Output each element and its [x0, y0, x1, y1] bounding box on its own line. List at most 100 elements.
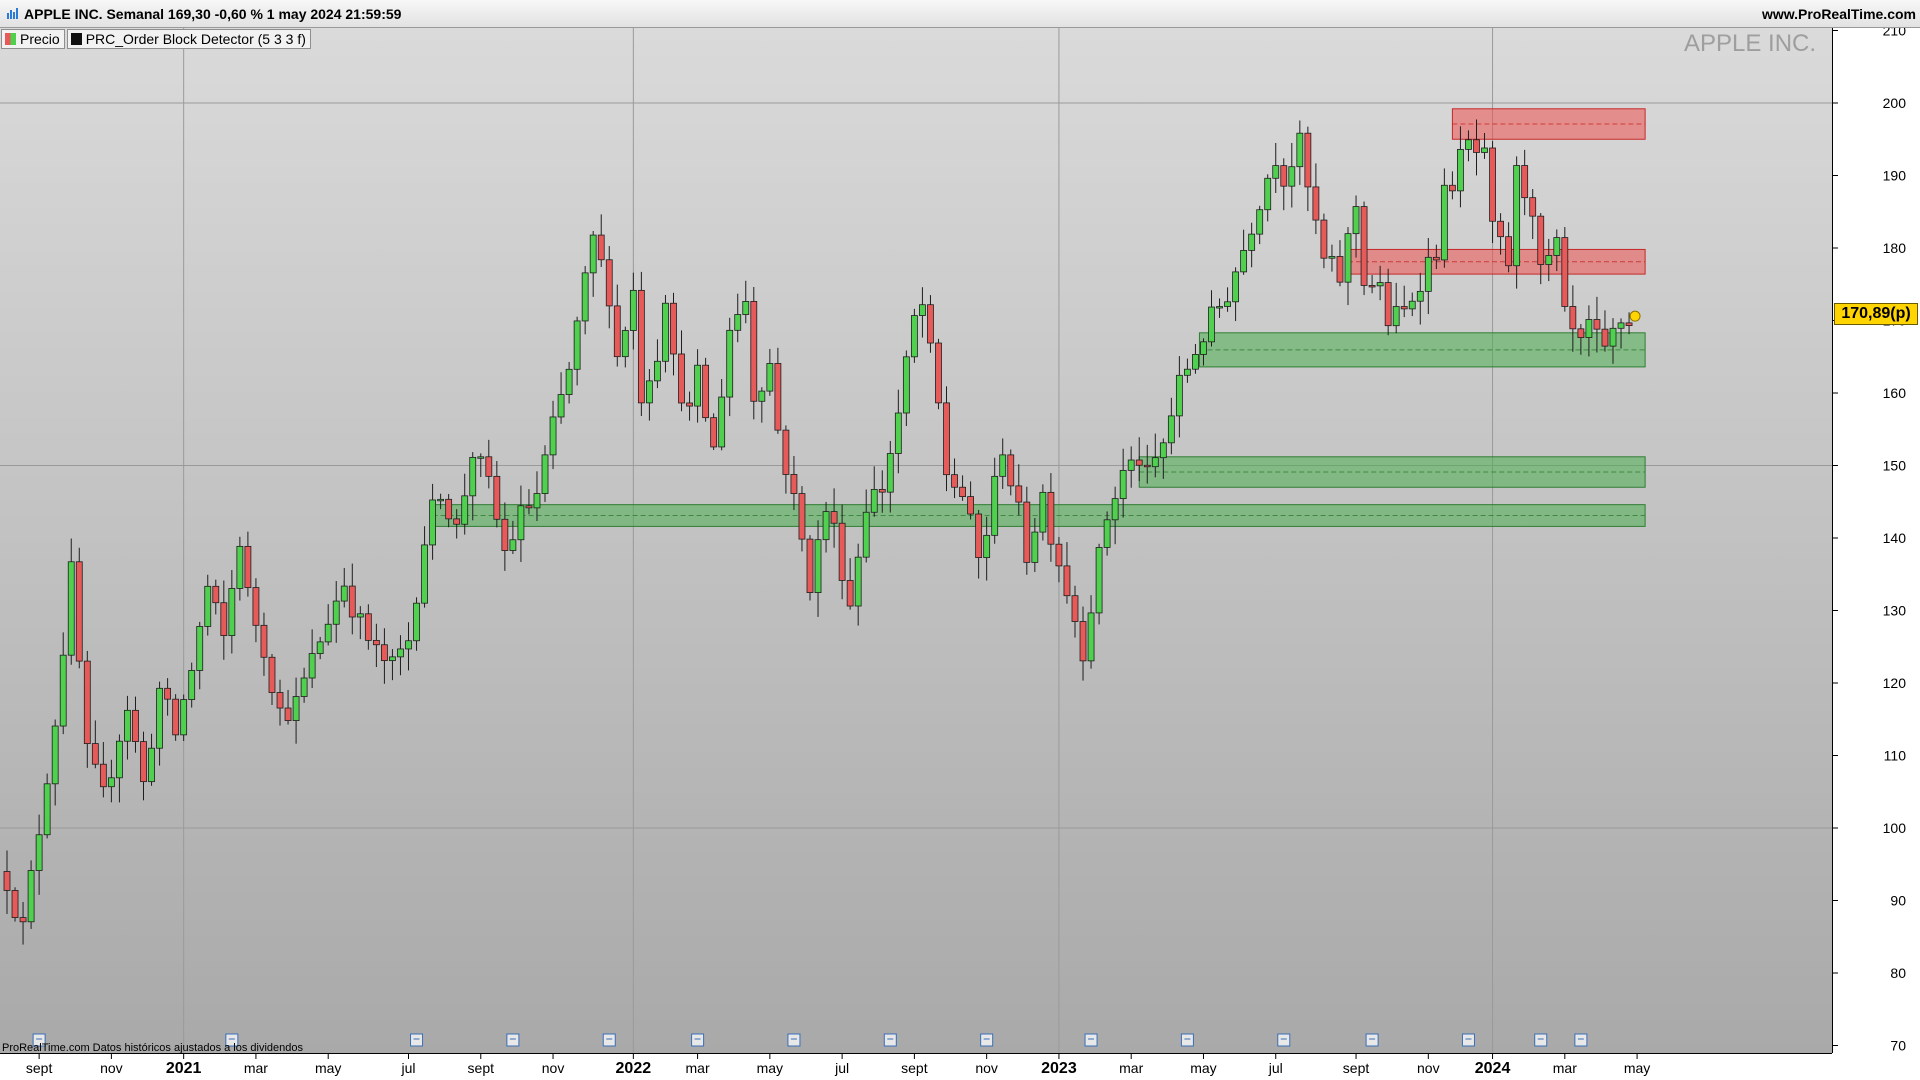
candle-down[interactable] — [710, 417, 718, 448]
candle-up[interactable] — [356, 613, 364, 618]
candle-up[interactable] — [1192, 354, 1199, 370]
candle-up[interactable] — [549, 416, 557, 456]
candle-up[interactable] — [59, 654, 67, 727]
candle-down[interactable] — [1336, 256, 1344, 283]
event-marker-icon[interactable] — [1574, 1033, 1588, 1047]
candle-down[interactable] — [806, 538, 814, 593]
candle-up[interactable] — [461, 495, 469, 525]
candle-up[interactable] — [694, 364, 701, 407]
candle-down[interactable] — [846, 580, 854, 607]
event-marker-icon[interactable] — [1461, 1033, 1475, 1047]
candle-up[interactable] — [67, 561, 75, 656]
candle-down[interactable] — [1529, 197, 1537, 217]
candle-down[interactable] — [1320, 219, 1328, 259]
candle-up[interactable] — [228, 588, 236, 636]
candle-down[interactable] — [99, 763, 107, 788]
candle-down[interactable] — [1071, 595, 1079, 622]
candle-down[interactable] — [830, 511, 838, 524]
candle-down[interactable] — [1593, 319, 1601, 330]
candle-up[interactable] — [308, 653, 316, 679]
candle-up[interactable] — [1328, 256, 1336, 259]
candle-up[interactable] — [196, 626, 204, 671]
candle-down[interactable] — [1304, 132, 1312, 188]
candle-up[interactable] — [1392, 306, 1400, 327]
candle-down[interactable] — [132, 709, 139, 742]
candle-down[interactable] — [1400, 306, 1408, 310]
candle-up[interactable] — [429, 499, 436, 546]
candle-down[interactable] — [798, 493, 806, 540]
candle-down[interactable] — [525, 505, 533, 509]
event-marker-icon[interactable] — [1084, 1033, 1098, 1047]
candle-up[interactable] — [437, 498, 445, 502]
candle-up[interactable] — [1248, 233, 1256, 251]
candle-up[interactable] — [1256, 209, 1264, 235]
candle-down[interactable] — [1015, 485, 1023, 503]
candle-up[interactable] — [1440, 184, 1448, 261]
candle-down[interactable] — [485, 456, 493, 477]
candle-down[interactable] — [1368, 285, 1376, 288]
candle-up[interactable] — [1416, 290, 1424, 302]
candle-down[interactable] — [1023, 501, 1031, 563]
candle-down[interactable] — [1577, 328, 1585, 338]
candle-up[interactable] — [734, 314, 742, 331]
candle-down[interactable] — [1360, 206, 1368, 286]
candle-up[interactable] — [533, 493, 541, 509]
candle-up[interactable] — [332, 600, 340, 625]
candle-up[interactable] — [1585, 319, 1593, 338]
candle-up[interactable] — [300, 677, 308, 697]
event-marker-icon[interactable] — [1277, 1033, 1291, 1047]
candle-up[interactable] — [902, 356, 910, 414]
candle-up[interactable] — [156, 687, 163, 749]
candle-down[interactable] — [1063, 565, 1071, 597]
event-marker-icon[interactable] — [980, 1033, 994, 1047]
candle-up[interactable] — [1344, 233, 1352, 283]
candle-up[interactable] — [654, 360, 661, 382]
candle-up[interactable] — [1103, 519, 1111, 548]
candle-up[interactable] — [662, 302, 669, 362]
candle-up[interactable] — [1151, 457, 1159, 468]
candle-up[interactable] — [629, 289, 637, 331]
candle-up[interactable] — [742, 301, 750, 315]
candle-up[interactable] — [646, 380, 653, 404]
candle-down[interactable] — [750, 301, 758, 402]
candle-up[interactable] — [854, 556, 862, 607]
candle-up[interactable] — [1424, 256, 1432, 292]
candle-down[interactable] — [3, 871, 11, 891]
event-marker-icon[interactable] — [883, 1033, 897, 1047]
candle-up[interactable] — [565, 368, 573, 395]
candle-up[interactable] — [919, 304, 926, 316]
candle-up[interactable] — [405, 640, 412, 650]
candle-up[interactable] — [758, 390, 766, 402]
candle-up[interactable] — [1609, 327, 1617, 347]
candle-up[interactable] — [766, 363, 774, 392]
candle-down[interactable] — [252, 587, 260, 626]
candle-down[interactable] — [1601, 328, 1609, 347]
candle-up[interactable] — [292, 696, 300, 721]
candle-up[interactable] — [509, 539, 517, 551]
candle-down[interactable] — [597, 234, 605, 261]
candle-up[interactable] — [517, 505, 525, 541]
candle-up[interactable] — [1200, 341, 1207, 355]
candle-down[interactable] — [493, 475, 501, 520]
candle-down[interactable] — [348, 585, 356, 618]
candle-up[interactable] — [726, 329, 734, 398]
candle-up[interactable] — [421, 544, 428, 604]
candle-down[interactable] — [613, 305, 621, 358]
candle-up[interactable] — [1352, 206, 1360, 235]
candle-up[interactable] — [1167, 415, 1175, 444]
candle-up[interactable] — [1184, 368, 1191, 376]
candle-down[interactable] — [1047, 491, 1055, 545]
candle-up[interactable] — [35, 834, 43, 871]
candle-up[interactable] — [814, 539, 822, 593]
candle-down[interactable] — [1561, 237, 1569, 307]
event-marker-icon[interactable] — [1534, 1033, 1548, 1047]
candle-up[interactable] — [397, 648, 404, 658]
candle-down[interactable] — [284, 707, 292, 721]
event-marker-icon[interactable] — [787, 1033, 801, 1047]
candle-down[interactable] — [75, 561, 83, 662]
candle-down[interactable] — [670, 302, 677, 355]
candle-up[interactable] — [1111, 498, 1119, 521]
candle-down[interactable] — [1432, 256, 1440, 261]
event-marker-icon[interactable] — [691, 1033, 705, 1047]
candle-down[interactable] — [501, 518, 509, 551]
